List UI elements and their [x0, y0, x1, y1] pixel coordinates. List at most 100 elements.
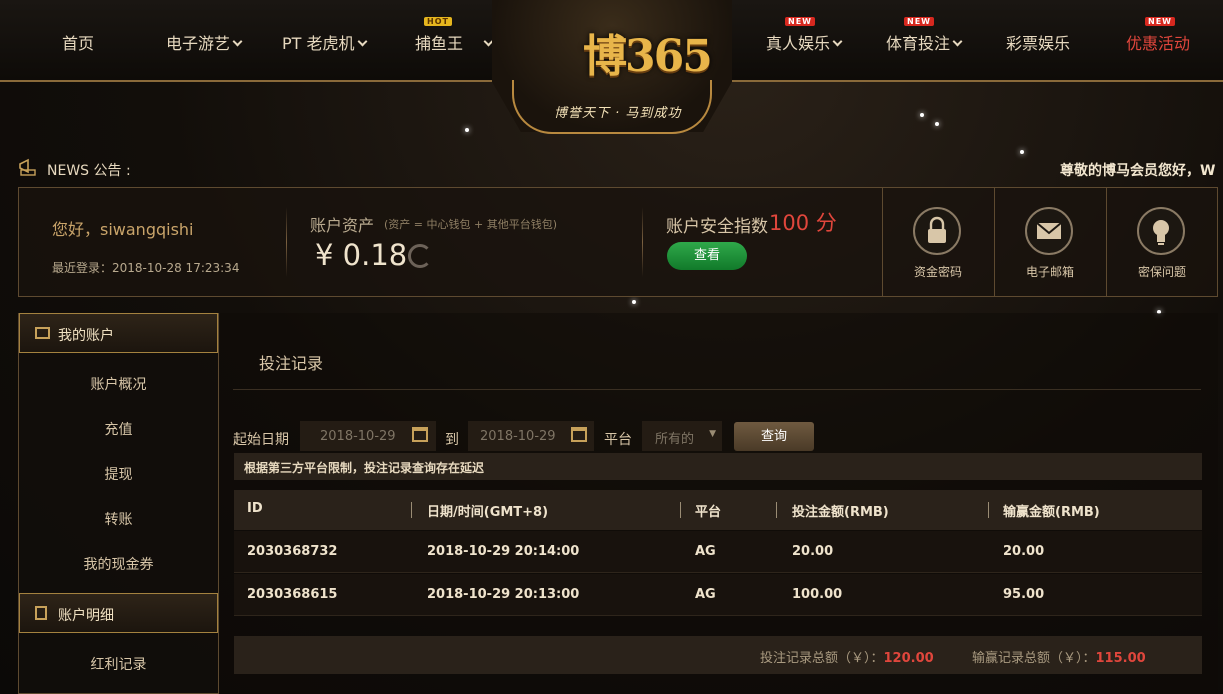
- query-button[interactable]: 查询: [734, 422, 814, 451]
- tile-security-question[interactable]: 密保问题: [1106, 187, 1218, 297]
- calendar-icon[interactable]: [412, 427, 428, 442]
- table-row: [234, 531, 1202, 573]
- platform-select[interactable]: 所有的 ▼: [642, 421, 722, 451]
- cell-datetime: 2018-10-29 20:13:00: [427, 587, 580, 602]
- to-label: 到: [445, 432, 459, 448]
- bet-total-value: 120.00: [883, 651, 934, 666]
- hot-badge: HOT: [424, 17, 452, 26]
- lightbulb-icon: [1137, 207, 1185, 255]
- asset-title: 账户资产: [310, 216, 375, 235]
- greeting: 您好，siwangqishi: [52, 220, 194, 239]
- sidebar-item-transfer[interactable]: 转账: [19, 509, 218, 529]
- nav-home[interactable]: 首页: [62, 30, 94, 54]
- tile-fund-password-label: 资金密码: [913, 265, 962, 279]
- page-title: 投注记录: [259, 354, 324, 373]
- new-badge: NEW: [904, 17, 934, 26]
- sidebar-header-label: 账户明细: [58, 608, 114, 624]
- nav-pt-slots[interactable]: PT 老虎机: [282, 30, 367, 54]
- cell-bet-amount: 100.00: [792, 587, 843, 602]
- nav-promo[interactable]: 优惠活动: [1126, 30, 1190, 54]
- cell-bet-amount: 20.00: [792, 544, 834, 559]
- tile-email-label: 电子邮箱: [1025, 265, 1074, 279]
- win-total-label: 输赢记录总额（￥）：: [972, 651, 1096, 666]
- security-title: 账户安全指数: [666, 217, 768, 237]
- cell-win-amount: 95.00: [1003, 587, 1045, 602]
- sparkle-icon: [920, 113, 924, 117]
- security-score: 100 分: [769, 211, 837, 235]
- refresh-icon[interactable]: [408, 244, 432, 268]
- sidebar: [18, 313, 219, 694]
- last-login: 最近登录：2018-10-28 17:23:34: [52, 261, 240, 275]
- nav-promo-label: 优惠活动: [1126, 34, 1191, 53]
- divider: [233, 389, 1201, 390]
- nav-lottery-label: 彩票娱乐: [1006, 34, 1071, 53]
- col-platform: 平台: [695, 505, 722, 520]
- news-marquee[interactable]: 尊敬的博马会员您好，W: [1060, 160, 1215, 180]
- news-label: NEWS 公告 :: [47, 163, 131, 179]
- sidebar-item-withdraw[interactable]: 提现: [19, 464, 218, 484]
- sidebar-item-coupons[interactable]: 我的现金券: [19, 554, 218, 574]
- card-icon: [35, 327, 50, 339]
- sidebar-header-my-account[interactable]: 我的账户: [19, 313, 218, 353]
- sidebar-item-deposit[interactable]: 充值: [19, 419, 218, 439]
- new-badge: NEW: [785, 17, 815, 26]
- logo[interactable]: 博365: [583, 20, 713, 84]
- sidebar-header-details[interactable]: 账户明细: [19, 593, 218, 633]
- tile-email[interactable]: 电子邮箱: [994, 187, 1106, 297]
- nav-sports[interactable]: 体育投注: [886, 30, 963, 54]
- bet-total-label: 投注记录总额（￥）：: [760, 651, 884, 666]
- view-button[interactable]: 查看: [667, 242, 747, 270]
- nav-live[interactable]: 真人娱乐: [766, 30, 843, 54]
- col-bet-amount: 投注金额(RMB): [792, 505, 889, 520]
- nav-home-label: 首页: [62, 34, 95, 53]
- tile-fund-password[interactable]: 资金密码: [882, 187, 994, 297]
- asset-value: ¥ 0.18: [315, 238, 408, 272]
- col-win-amount: 输赢金额(RMB): [1003, 505, 1100, 520]
- megaphone-icon: [19, 158, 36, 176]
- sidebar-header-label: 我的账户: [58, 328, 114, 344]
- notice-bar: 根据第三方平台限制，投注记录查询存在延迟: [234, 453, 1202, 480]
- platform-label: 平台: [604, 432, 632, 448]
- col-datetime: 日期/时间(GMT+8): [427, 505, 549, 520]
- calendar-icon[interactable]: [571, 427, 587, 442]
- win-total-value: 115.00: [1095, 651, 1146, 666]
- lock-icon: [913, 207, 961, 255]
- column-divider: [776, 502, 777, 518]
- win-total: 输赢记录总额（￥）：115.00: [972, 647, 1146, 666]
- nav-lottery[interactable]: 彩票娱乐: [1006, 30, 1070, 54]
- column-divider: [680, 502, 681, 518]
- sidebar-item-bonus-records[interactable]: 红利记录: [19, 654, 218, 674]
- start-date-label: 起始日期: [233, 432, 289, 448]
- new-badge: NEW: [1145, 17, 1175, 26]
- divider: [642, 207, 643, 277]
- calculator-icon: [35, 606, 47, 620]
- bet-total: 投注记录总额（￥）：120.00: [760, 647, 934, 666]
- caret-down-icon: ▼: [709, 429, 716, 439]
- cell-platform: AG: [695, 544, 716, 559]
- divider: [286, 207, 287, 277]
- nav-fishing[interactable]: 捕鱼王: [415, 30, 494, 54]
- envelope-icon: [1025, 207, 1073, 255]
- chevron-down-icon: [952, 36, 963, 47]
- asset-note: (资产 = 中心钱包 + 其他平台钱包): [384, 218, 558, 231]
- nav-electronic[interactable]: 电子游艺: [166, 30, 243, 54]
- cell-win-amount: 20.00: [1003, 544, 1045, 559]
- chevron-down-icon: [483, 36, 494, 47]
- sparkle-icon: [1020, 150, 1024, 154]
- sparkle-icon: [632, 300, 636, 304]
- nav-sports-label: 体育投注: [886, 34, 951, 53]
- sparkle-icon: [935, 122, 939, 126]
- cell-id: 2030368732: [247, 544, 338, 559]
- logo-slogan: 博誉天下 · 马到成功: [554, 106, 682, 121]
- cell-datetime: 2018-10-29 20:14:00: [427, 544, 580, 559]
- chevron-down-icon: [357, 36, 367, 47]
- cell-id: 2030368615: [247, 587, 338, 602]
- sidebar-item-overview[interactable]: 账户概况: [19, 374, 218, 394]
- cell-platform: AG: [695, 587, 716, 602]
- chevron-down-icon: [232, 36, 243, 47]
- column-divider: [988, 502, 989, 518]
- nav-fishing-label: 捕鱼王: [415, 34, 464, 53]
- platform-select-value: 所有的: [655, 432, 695, 447]
- nav-pt-slots-label: PT 老虎机: [282, 34, 355, 53]
- sparkle-icon: [465, 128, 469, 132]
